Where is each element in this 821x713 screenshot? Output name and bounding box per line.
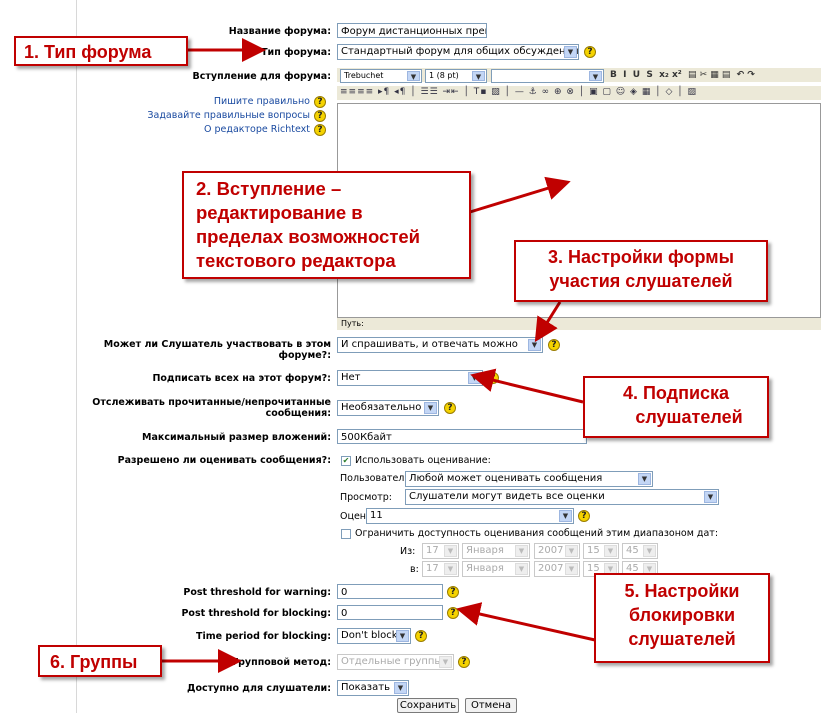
callout-subscribe: 4. Подписка слушателей [583, 376, 769, 438]
callout-participation: 3. Настройки формы участия слушателей [514, 240, 768, 302]
arrow-subscribe [470, 368, 584, 404]
callout-forum-type: 1. Тип форума [14, 36, 188, 66]
arrow-intro [469, 176, 571, 214]
arrow-participate [534, 301, 562, 343]
callout-groups: 6. Группы [38, 645, 162, 677]
arrow-blocking [456, 602, 596, 642]
callout-intro: 2. Вступление – редактирование в предела… [182, 171, 471, 279]
callout-blocking: 5. Настройки блокировки слушателей [594, 573, 770, 663]
